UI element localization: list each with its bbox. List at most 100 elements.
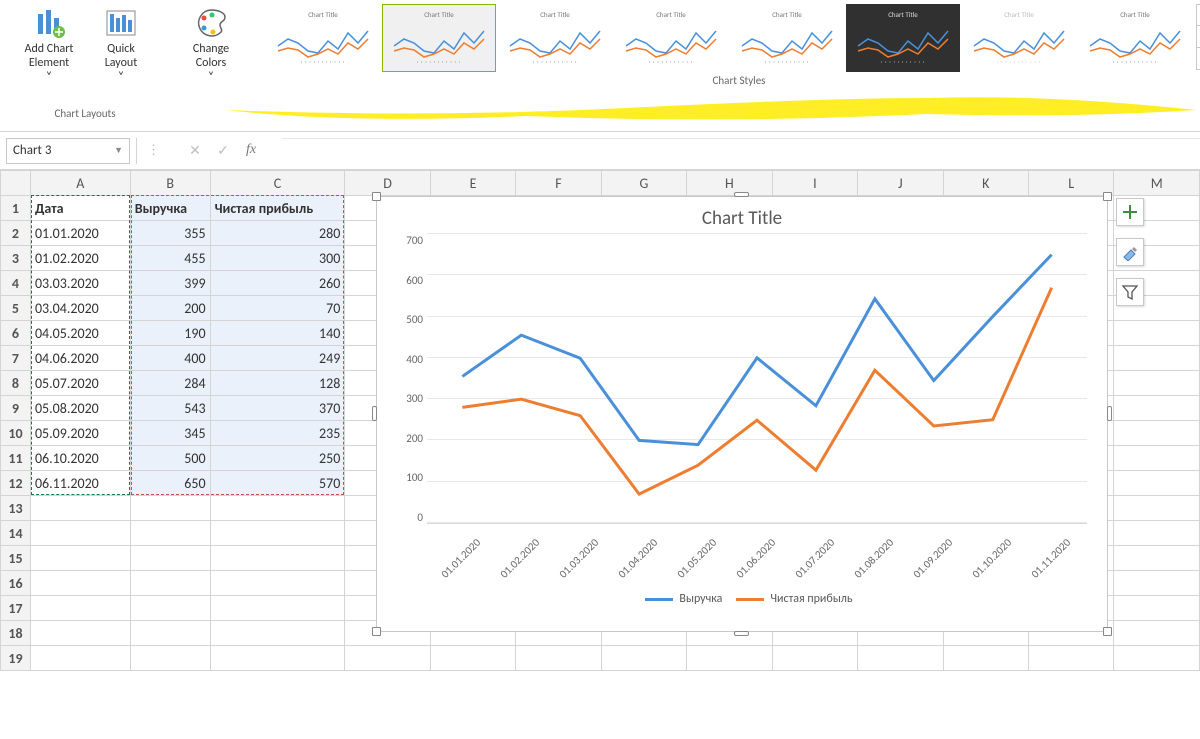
cell[interactable] [943,646,1028,671]
cell[interactable]: 128 [210,371,345,396]
cell[interactable] [1114,646,1200,671]
cell[interactable]: 04.06.2020 [30,346,130,371]
row-header[interactable]: 13 [1,496,31,521]
cell[interactable]: 249 [210,346,345,371]
change-colors-button[interactable]: Change Colors ˅ [176,4,246,86]
cell[interactable]: 345 [130,421,210,446]
cell[interactable]: Дата [30,196,130,221]
chart-title[interactable]: Chart Title [377,197,1107,234]
cell[interactable] [1114,421,1200,446]
cell[interactable]: 06.11.2020 [30,471,130,496]
chart-legend[interactable]: ВыручкаЧистая прибыль [377,590,1107,608]
cell[interactable] [130,496,210,521]
chart-style-thumb-2[interactable]: Chart Titleᴵ ᴵ ᴵ ᴵ ᴵ ᴵ ᴵ ᴵ ᴵ ᴵ ᴵ [382,4,496,72]
cell[interactable] [30,596,130,621]
cell[interactable] [601,646,686,671]
cell[interactable]: 04.05.2020 [30,321,130,346]
cell[interactable] [130,646,210,671]
row-header[interactable]: 5 [1,296,31,321]
cell[interactable] [130,546,210,571]
cell[interactable] [1114,371,1200,396]
formula-input[interactable] [282,138,1200,164]
cell[interactable] [130,571,210,596]
cell[interactable]: 280 [210,221,345,246]
cell[interactable] [30,546,130,571]
column-header[interactable]: G [601,171,686,196]
cell[interactable] [1114,546,1200,571]
chart-plot-area[interactable]: 0100200300400500600700 [427,234,1097,524]
resize-handle[interactable] [372,192,381,201]
cell[interactable]: 235 [210,421,345,446]
row-header[interactable]: 6 [1,321,31,346]
cell[interactable]: 200 [130,296,210,321]
cell[interactable]: 284 [130,371,210,396]
cell[interactable] [858,646,943,671]
cell[interactable]: 03.04.2020 [30,296,130,321]
cell[interactable]: 650 [130,471,210,496]
cell[interactable] [130,596,210,621]
resize-handle[interactable] [734,192,749,197]
cell[interactable] [345,646,430,671]
row-header[interactable]: 9 [1,396,31,421]
column-header[interactable]: M [1114,171,1200,196]
cell[interactable] [130,621,210,646]
chart-style-thumb-3[interactable]: Chart Titleᴵ ᴵ ᴵ ᴵ ᴵ ᴵ ᴵ ᴵ ᴵ ᴵ ᴵ [498,4,612,72]
cancel-formula-button[interactable]: ✕ [184,142,206,159]
cell[interactable]: 250 [210,446,345,471]
chart-filter-button[interactable] [1116,278,1144,306]
cell[interactable] [1114,571,1200,596]
cell[interactable]: 455 [130,246,210,271]
chart-style-thumb-7[interactable]: Chart Titleᴵ ᴵ ᴵ ᴵ ᴵ ᴵ ᴵ ᴵ ᴵ ᴵ ᴵ [962,4,1076,72]
cell[interactable] [1114,621,1200,646]
gallery-more-button[interactable]: ▾ [1196,48,1200,70]
row-header[interactable]: 1 [1,196,31,221]
cell[interactable] [210,496,345,521]
cell[interactable]: 01.01.2020 [30,221,130,246]
cell[interactable] [210,546,345,571]
cell[interactable]: 03.03.2020 [30,271,130,296]
column-header[interactable]: E [430,171,515,196]
cell[interactable]: 400 [130,346,210,371]
cell[interactable] [210,521,345,546]
cell[interactable]: 300 [210,246,345,271]
resize-handle[interactable] [1107,406,1112,421]
chevron-down-icon[interactable]: ▼ [114,145,123,156]
chart-style-thumb-5[interactable]: Chart Titleᴵ ᴵ ᴵ ᴵ ᴵ ᴵ ᴵ ᴵ ᴵ ᴵ ᴵ [730,4,844,72]
cell[interactable]: 260 [210,271,345,296]
row-header[interactable]: 12 [1,471,31,496]
row-header[interactable]: 7 [1,346,31,371]
column-header[interactable]: B [130,171,210,196]
cell[interactable] [1114,471,1200,496]
row-header[interactable]: 3 [1,246,31,271]
cell[interactable] [210,621,345,646]
name-box[interactable]: Chart 3 ▼ [6,138,130,164]
worksheet[interactable]: ABCDEFGHIJKLM1ДатаВыручкаЧистая прибыль2… [0,170,1200,739]
cell[interactable]: 70 [210,296,345,321]
cell[interactable]: 543 [130,396,210,421]
row-header[interactable]: 10 [1,421,31,446]
column-header[interactable]: J [858,171,943,196]
chart-style-thumb-4[interactable]: Chart Titleᴵ ᴵ ᴵ ᴵ ᴵ ᴵ ᴵ ᴵ ᴵ ᴵ ᴵ [614,4,728,72]
cell[interactable]: 399 [130,271,210,296]
resize-handle[interactable] [1103,627,1112,636]
resize-handle[interactable] [372,627,381,636]
quick-layout-button[interactable]: Quick Layout ˅ [86,4,156,86]
cell[interactable] [516,646,601,671]
cell[interactable] [210,596,345,621]
row-header[interactable]: 17 [1,596,31,621]
row-header[interactable]: 2 [1,221,31,246]
cell[interactable] [30,496,130,521]
row-header[interactable]: 8 [1,371,31,396]
row-header[interactable]: 19 [1,646,31,671]
cell[interactable] [30,521,130,546]
cell[interactable]: 05.09.2020 [30,421,130,446]
cell[interactable] [1114,396,1200,421]
cell[interactable]: Чистая прибыль [210,196,345,221]
cell[interactable] [1114,596,1200,621]
row-header[interactable]: 16 [1,571,31,596]
row-header[interactable]: 18 [1,621,31,646]
row-header[interactable]: 11 [1,446,31,471]
row-header[interactable]: 4 [1,271,31,296]
cell[interactable]: 370 [210,396,345,421]
cell[interactable] [772,646,857,671]
